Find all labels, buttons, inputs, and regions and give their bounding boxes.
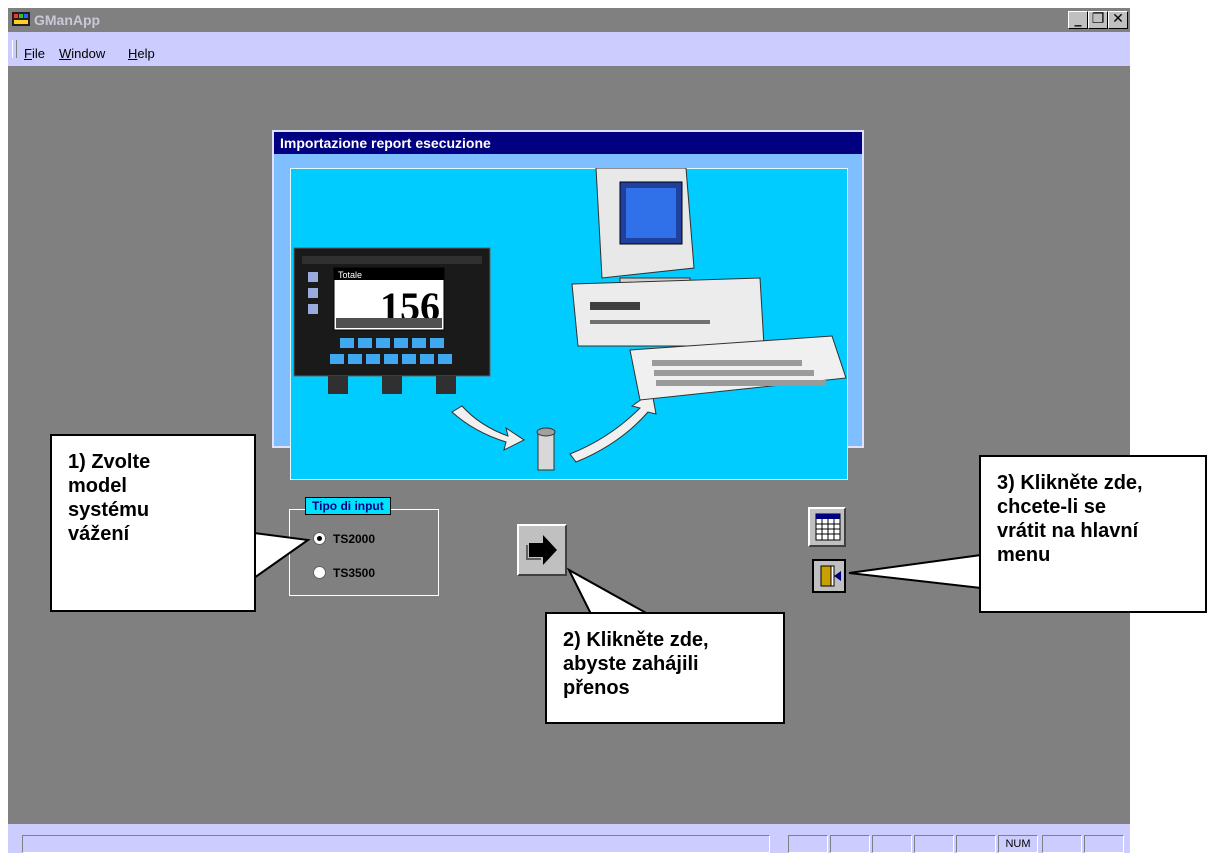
callout-2-pointer	[566, 567, 652, 615]
callout-1-pointer	[253, 531, 311, 580]
callout-3-pointer	[848, 553, 982, 590]
callout-2: 2) Klikněte zde, abyste zahájili přenos	[545, 612, 785, 724]
callout-1: 1) Zvolte model systému vážení	[50, 434, 256, 612]
callout-3: 3) Klikněte zde, chcete-li se vrátit na …	[979, 455, 1207, 613]
